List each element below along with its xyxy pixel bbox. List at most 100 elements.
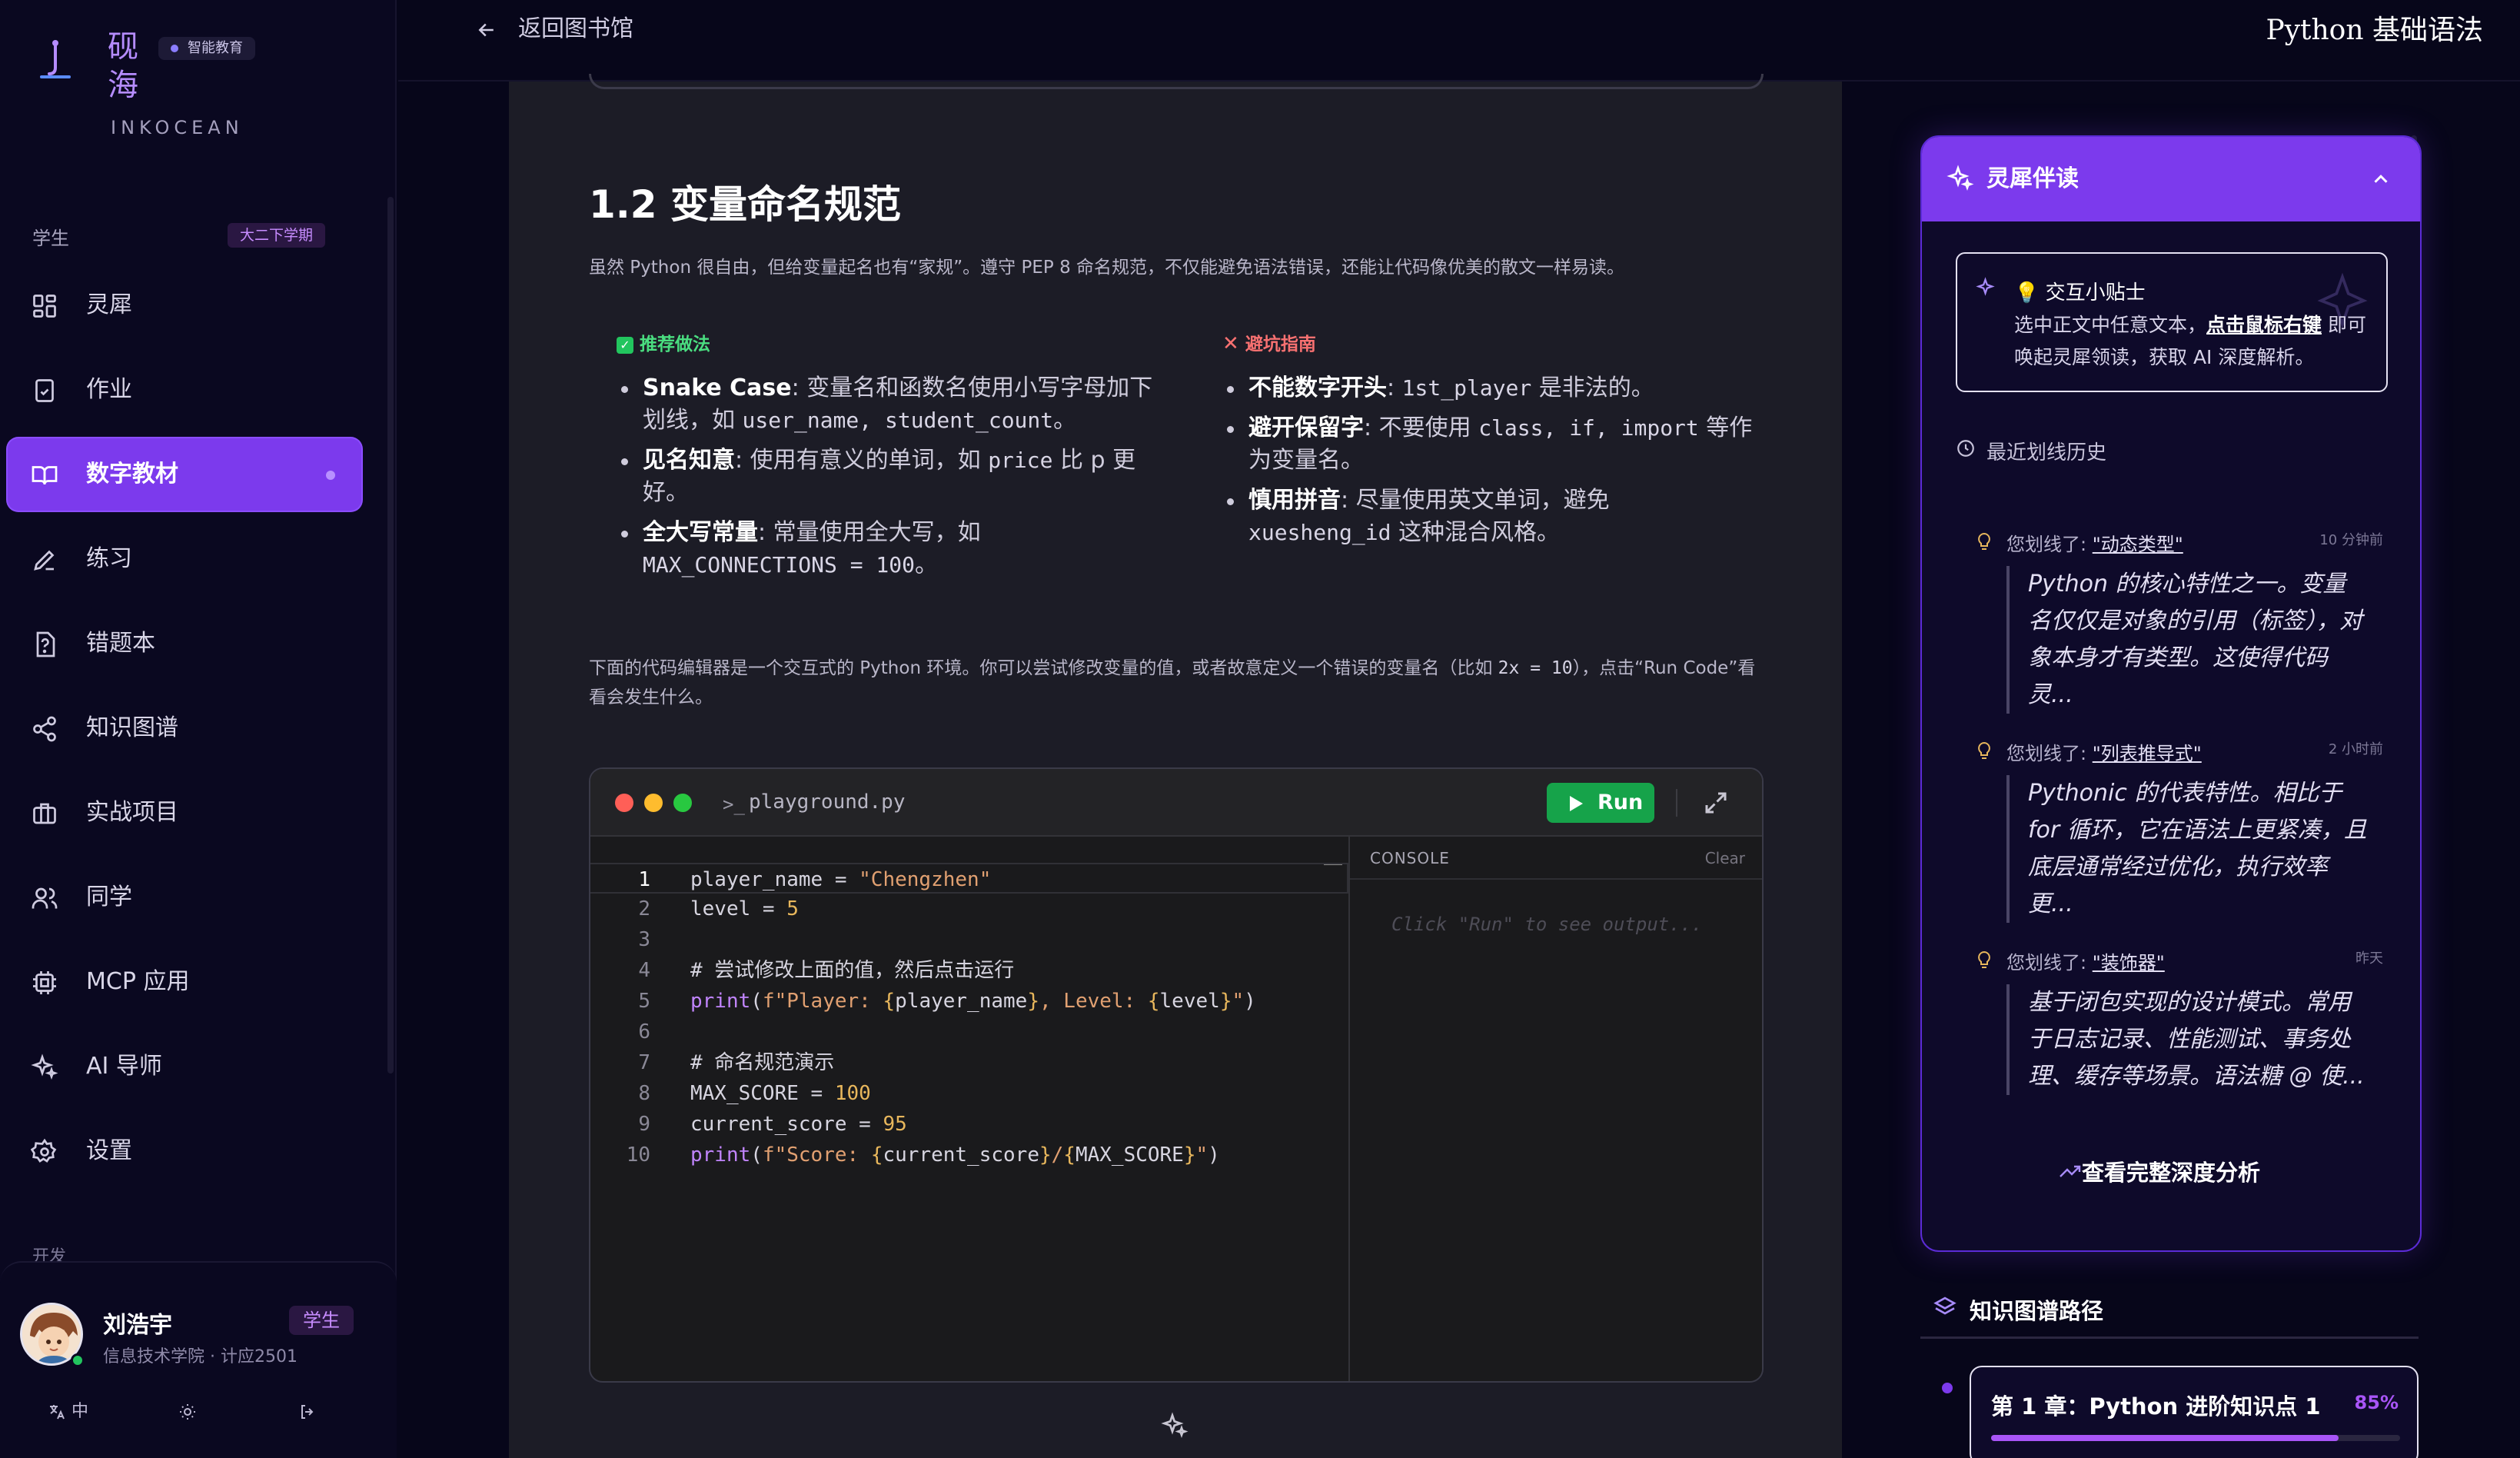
lightbulb-icon xyxy=(1978,741,1990,759)
sidebar-item-label: 实战项目 xyxy=(86,799,178,826)
sidebar-item-label: MCP 应用 xyxy=(86,968,190,995)
console-output: Click "Run" to see output... xyxy=(1391,914,1703,935)
interaction-tip: 💡 交互小贴士 选中正文中任意文本，点击鼠标右键 即可唤起灵犀领读，获取 AI … xyxy=(1956,252,2388,392)
sidebar-item-lingxi[interactable]: 灵犀 xyxy=(8,269,361,341)
brand-subtitle: INKOCEAN xyxy=(111,117,244,138)
sidebar-item-label: 作业 xyxy=(86,376,132,403)
expand-icon[interactable] xyxy=(1702,789,1730,817)
gear-icon xyxy=(31,1138,57,1163)
highlight-history-item[interactable]: 您划线了: "动态类型" 10 分钟前 Python 的核心特性之一。变量名仅仅… xyxy=(1976,529,2383,714)
code-line[interactable]: 8 MAX_SCORE = 100 xyxy=(590,1078,1348,1109)
history-label: 您划线了: "装饰器" xyxy=(2006,952,2165,974)
code-line[interactable]: 7 # 命名规范演示 xyxy=(590,1047,1348,1078)
history-time: 昨天 xyxy=(2355,950,2383,967)
history-title: 最近划线历史 xyxy=(1986,441,2107,464)
list-item: 见名知意: 使用有意义的单词，如 price 比 p 更好。 xyxy=(617,444,1155,509)
sidebar-item-mistakes[interactable]: 错题本 xyxy=(8,608,361,680)
highlight-history-item[interactable]: 您划线了: "装饰器" 昨天 基于闭包实现的设计模式。常用于日志记录、性能测试、… xyxy=(1976,947,2383,1101)
recommended-practices: ✓ 推荐做法 Snake Case: 变量名和函数名使用小写字母加下划线，如 u… xyxy=(617,329,1155,589)
code-line[interactable]: 9 current_score = 95 xyxy=(590,1109,1348,1140)
chevron-up-icon[interactable] xyxy=(2369,168,2392,191)
topbar: 返回图书馆 Python 基础语法 xyxy=(398,0,2520,82)
code-line[interactable]: 4 # 尝试修改上面的值，然后点击运行 xyxy=(590,955,1348,986)
companion-header[interactable]: 灵犀伴读 xyxy=(1922,137,2420,221)
play-icon xyxy=(1570,796,1583,811)
sidebar-item-practice[interactable]: 练习 xyxy=(8,523,361,595)
chapter-progress-label: 85% xyxy=(2354,1392,2399,1413)
sidebar-item-ai-tutor[interactable]: AI 导师 xyxy=(8,1030,361,1103)
sidebar-item-homework[interactable]: 作业 xyxy=(8,354,361,426)
chapter-card[interactable]: 第 1 章：Python 进阶知识点 1 85% xyxy=(1970,1366,2419,1458)
sidebar-item-label: 数字教材 xyxy=(86,461,178,488)
sidebar-scrollbar[interactable] xyxy=(387,197,394,1074)
sidebar: 砚海 智能教育 INKOCEAN 学生 大二下学期 灵犀 作业 数字教材 练习 … xyxy=(0,0,397,1458)
list-item: 不能数字开头: 1st_player 是非法的。 xyxy=(1222,372,1753,404)
theme-toggle[interactable] xyxy=(178,1398,197,1426)
sparkle-icon[interactable] xyxy=(1161,1412,1189,1440)
console-header: CONSOLE Clear xyxy=(1350,837,1762,880)
pencil-icon xyxy=(34,550,55,571)
history-quote: 基于闭包实现的设计模式。常用于日志记录、性能测试、事务处理、缓存等场景。语法糖 … xyxy=(2006,984,2368,1095)
knowledge-path-divider xyxy=(1920,1336,2419,1339)
sidebar-item-mcp[interactable]: MCP 应用 xyxy=(8,946,361,1018)
history-label: 您划线了: "列表推导式" xyxy=(2006,743,2202,764)
section-description: 虽然 Python 很自由，但给变量起名也有“家规”。遵守 PEP 8 命名规范… xyxy=(589,258,1625,278)
layers-icon xyxy=(1933,1297,1956,1315)
online-status-dot xyxy=(71,1353,85,1367)
user-name: 刘浩宇 xyxy=(103,1312,172,1339)
history-time: 10 分钟前 xyxy=(2319,532,2383,548)
lightbulb-icon xyxy=(1978,950,1990,968)
code-line[interactable]: 6 xyxy=(590,1017,1348,1047)
sidebar-item-label: 知识图谱 xyxy=(86,714,178,741)
console-clear-button[interactable]: Clear xyxy=(1705,837,1745,880)
sidebar-item-knowledge-graph[interactable]: 知识图谱 xyxy=(8,692,361,764)
reading-companion-card: 灵犀伴读 💡 交互小贴士 选中正文中任意文本，点击鼠标右键 即可唤起灵犀领读，获… xyxy=(1920,135,2422,1252)
full-analysis-link[interactable]: 查看完整深度分析 xyxy=(1922,1155,2420,1187)
briefcase-icon xyxy=(33,803,56,824)
highlight-history-item[interactable]: 您划线了: "列表推导式" 2 小时前 Pythonic 的代表特性。相比于 f… xyxy=(1976,738,2383,923)
window-maximize-dot[interactable] xyxy=(673,794,692,812)
code-area[interactable]: 1 player_name = "Chengzhen" 2 level = 5 3 … xyxy=(590,837,1348,1381)
page-title: Python 基础语法 xyxy=(2266,15,2483,46)
sidebar-item-textbook[interactable]: 数字教材 xyxy=(8,438,361,511)
code-line[interactable]: 3 xyxy=(590,924,1348,955)
sidebar-item-label: 错题本 xyxy=(86,630,155,657)
logout-button[interactable] xyxy=(298,1398,317,1426)
history-quote: Pythonic 的代表特性。相比于 for 循环，它在语法上更紧凑，且底层通常… xyxy=(2006,775,2368,923)
sidebar-item-settings[interactable]: 设置 xyxy=(8,1115,361,1187)
sidebar-item-projects[interactable]: 实战项目 xyxy=(8,777,361,849)
chip-icon xyxy=(33,971,56,994)
sun-icon xyxy=(180,1404,195,1420)
previous-block-edge xyxy=(589,74,1764,89)
share-nodes-icon xyxy=(33,716,56,742)
code-line[interactable]: 10 print(f"Score: {current_score}/{MAX_SC… xyxy=(590,1140,1348,1170)
role-label: 学生 xyxy=(32,228,69,249)
tip-title: 💡 交互小贴士 xyxy=(2014,281,2146,305)
editor-header: >_ playground.py Run xyxy=(590,769,1762,837)
language-toggle[interactable]: 中 xyxy=(48,1398,88,1426)
run-code-button[interactable]: Run xyxy=(1547,783,1654,823)
book-open-icon xyxy=(32,466,58,485)
code-line[interactable]: 2 level = 5 xyxy=(590,894,1348,924)
console-title: CONSOLE xyxy=(1370,849,1450,867)
textbook-content: 1.2 变量命名规范 虽然 Python 很自由，但给变量起名也有“家规”。遵守… xyxy=(509,74,1842,1458)
code-line[interactable]: 1 player_name = "Chengzhen" xyxy=(590,863,1348,894)
window-close-dot[interactable] xyxy=(615,794,633,812)
code-line[interactable]: 5 print(f"Player: {player_name}, Level: {… xyxy=(590,986,1348,1017)
arrow-left-icon xyxy=(478,23,494,37)
terminal-icon: >_ xyxy=(723,794,745,815)
editor-intro-paragraph: 下面的代码编辑器是一个交互式的 Python 环境。你可以尝试修改变量的值，或者… xyxy=(589,658,1756,707)
check-box-icon: ✓ xyxy=(617,336,633,354)
window-minimize-dot[interactable] xyxy=(644,794,663,812)
pitfall-heading: ✕ 避坑指南 xyxy=(1222,332,1316,355)
sidebar-item-label: 练习 xyxy=(86,545,132,572)
knowledge-path-title: 知识图谱路径 xyxy=(1970,1298,2104,1324)
toolbar-divider xyxy=(1676,789,1677,817)
sidebar-item-classmates[interactable]: 同学 xyxy=(8,861,361,934)
history-time: 2 小时前 xyxy=(2328,741,2383,757)
brand-badge: 智能教育 xyxy=(158,37,255,60)
active-indicator xyxy=(326,471,335,480)
tip-body: 选中正文中任意文本，点击鼠标右键 即可唤起灵犀领读，获取 AI 深度解析。 xyxy=(2014,314,2366,368)
sparkles-icon xyxy=(31,1054,58,1080)
users-icon xyxy=(32,887,58,909)
